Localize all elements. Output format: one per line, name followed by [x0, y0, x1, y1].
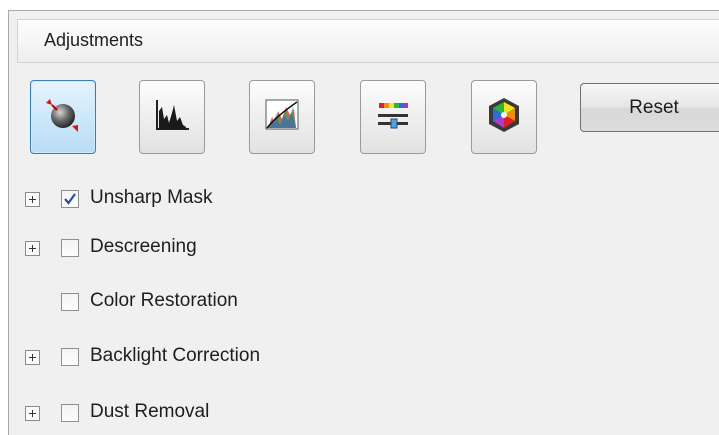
option-label-dust-removal: Dust Removal	[90, 401, 210, 422]
sphere-pin-icon	[41, 93, 85, 142]
checkbox-dust-removal[interactable]	[61, 404, 79, 422]
option-label-descreening: Descreening	[90, 236, 197, 257]
option-row-backlight-correction: Backlight Correction	[0, 342, 719, 372]
option-row-dust-removal: Dust Removal	[0, 398, 719, 428]
option-label-backlight-correction: Backlight Correction	[90, 345, 261, 366]
checkbox-unsharp-mask[interactable]	[61, 190, 79, 208]
panel-title: Adjustments	[44, 30, 144, 50]
color-palette-tool-button[interactable]	[471, 80, 537, 154]
option-label-color-restoration: Color Restoration	[90, 290, 238, 311]
checkbox-backlight-correction[interactable]	[61, 348, 79, 366]
panel-header: Adjustments	[17, 19, 719, 63]
histogram-icon	[152, 97, 192, 138]
expand-toggle-unsharp-mask[interactable]	[25, 192, 40, 207]
tone-curve-icon	[262, 97, 302, 138]
checkbox-color-restoration[interactable]	[61, 293, 79, 311]
histogram-tool-button[interactable]	[139, 80, 205, 154]
option-row-color-restoration: Color Restoration	[0, 287, 719, 317]
check-mark-icon	[64, 193, 76, 205]
unsharp-mask-tool-button[interactable]	[30, 80, 96, 154]
expand-toggle-descreening[interactable]	[25, 241, 40, 256]
color-slider-icon	[373, 97, 413, 138]
expand-toggle-backlight-correction[interactable]	[25, 350, 40, 365]
reset-button[interactable]: Reset	[580, 83, 719, 132]
option-row-unsharp-mask: Unsharp Mask	[0, 184, 719, 214]
color-wheel-icon	[483, 94, 525, 141]
expand-toggle-dust-removal[interactable]	[25, 406, 40, 421]
option-label-unsharp-mask: Unsharp Mask	[90, 187, 213, 208]
tone-curve-tool-button[interactable]	[249, 80, 315, 154]
option-row-descreening: Descreening	[0, 233, 719, 263]
checkbox-descreening[interactable]	[61, 239, 79, 257]
image-adjustment-tool-button[interactable]	[360, 80, 426, 154]
